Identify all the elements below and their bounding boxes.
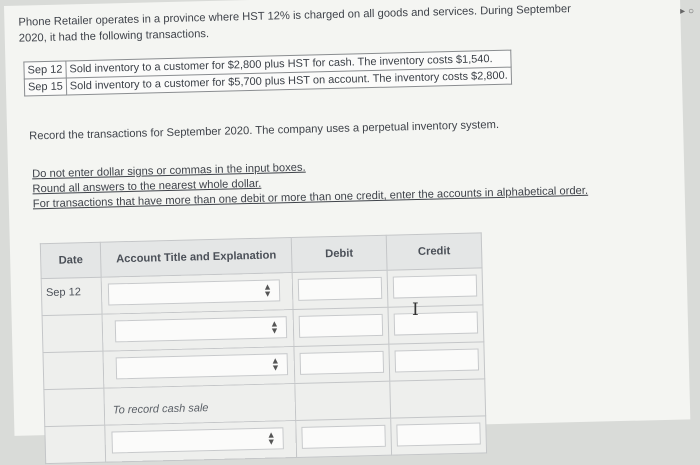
- header-debit: Debit: [291, 235, 388, 273]
- credit-input[interactable]: [393, 311, 479, 336]
- updown-arrows-icon: ▲ ▼: [270, 355, 281, 373]
- question-card: Phone Retailer operates in a province wh…: [4, 0, 691, 464]
- account-select[interactable]: ▲ ▼: [111, 427, 284, 454]
- account-cell: ▲ ▼: [102, 309, 294, 352]
- credit-cell-empty: [389, 378, 486, 419]
- header-credit: Credit: [386, 232, 483, 271]
- row-date: [42, 314, 103, 353]
- account-select[interactable]: ▲ ▼: [115, 353, 289, 380]
- row-date: [43, 388, 105, 427]
- account-cell: ▲ ▼: [104, 420, 297, 463]
- updown-arrows-icon: ▲ ▼: [266, 429, 276, 447]
- ibeam-cursor-icon: I: [412, 300, 419, 320]
- account-select[interactable]: ▲ ▼: [107, 279, 281, 306]
- account-cell: ▲ ▼: [101, 272, 294, 315]
- updown-arrows-icon: ▲ ▼: [269, 318, 280, 336]
- row-date: Sep 12: [41, 277, 103, 316]
- instruction-text: Record the transactions for September 20…: [29, 118, 500, 143]
- debit-cell-empty: [294, 381, 391, 421]
- entry-explanation: To record cash sale: [112, 402, 209, 417]
- debit-input[interactable]: [297, 276, 383, 301]
- updown-arrows-icon: ▲ ▼: [262, 281, 273, 299]
- transactions-table: Sep 12 Sold inventory to a customer for …: [23, 50, 512, 97]
- header-account: Account Title and Explanation: [100, 237, 293, 278]
- credit-cell: [387, 304, 484, 345]
- credit-cell: [388, 341, 485, 382]
- header-date: Date: [40, 242, 102, 279]
- debit-input[interactable]: [301, 424, 386, 449]
- row-date: [44, 425, 106, 464]
- intro-line-2: 2020, it had the following transactions.: [18, 28, 210, 45]
- debit-cell: [295, 418, 392, 458]
- explanation-cell: To record cash sale: [103, 383, 296, 426]
- credit-cell: [387, 267, 483, 308]
- account-select[interactable]: ▲ ▼: [114, 316, 288, 343]
- debit-input[interactable]: [299, 350, 385, 375]
- transaction-date: Sep 12: [23, 61, 67, 80]
- debit-input[interactable]: [298, 313, 384, 338]
- credit-cell: [390, 415, 487, 456]
- journal-entry-table: Date Account Title and Explanation Debit…: [40, 232, 487, 464]
- intro-line-1: Phone Retailer operates in a province wh…: [18, 3, 572, 29]
- account-cell: ▲ ▼: [102, 346, 295, 389]
- credit-input[interactable]: [394, 348, 480, 373]
- transaction-date: Sep 15: [24, 78, 67, 97]
- search-icon[interactable]: ▸ ○: [680, 6, 694, 17]
- credit-input[interactable]: [392, 274, 478, 299]
- debit-cell: [293, 344, 390, 384]
- row-date: [42, 351, 104, 390]
- debit-cell: [292, 270, 388, 310]
- credit-input[interactable]: [396, 422, 481, 447]
- debit-cell: [293, 307, 389, 347]
